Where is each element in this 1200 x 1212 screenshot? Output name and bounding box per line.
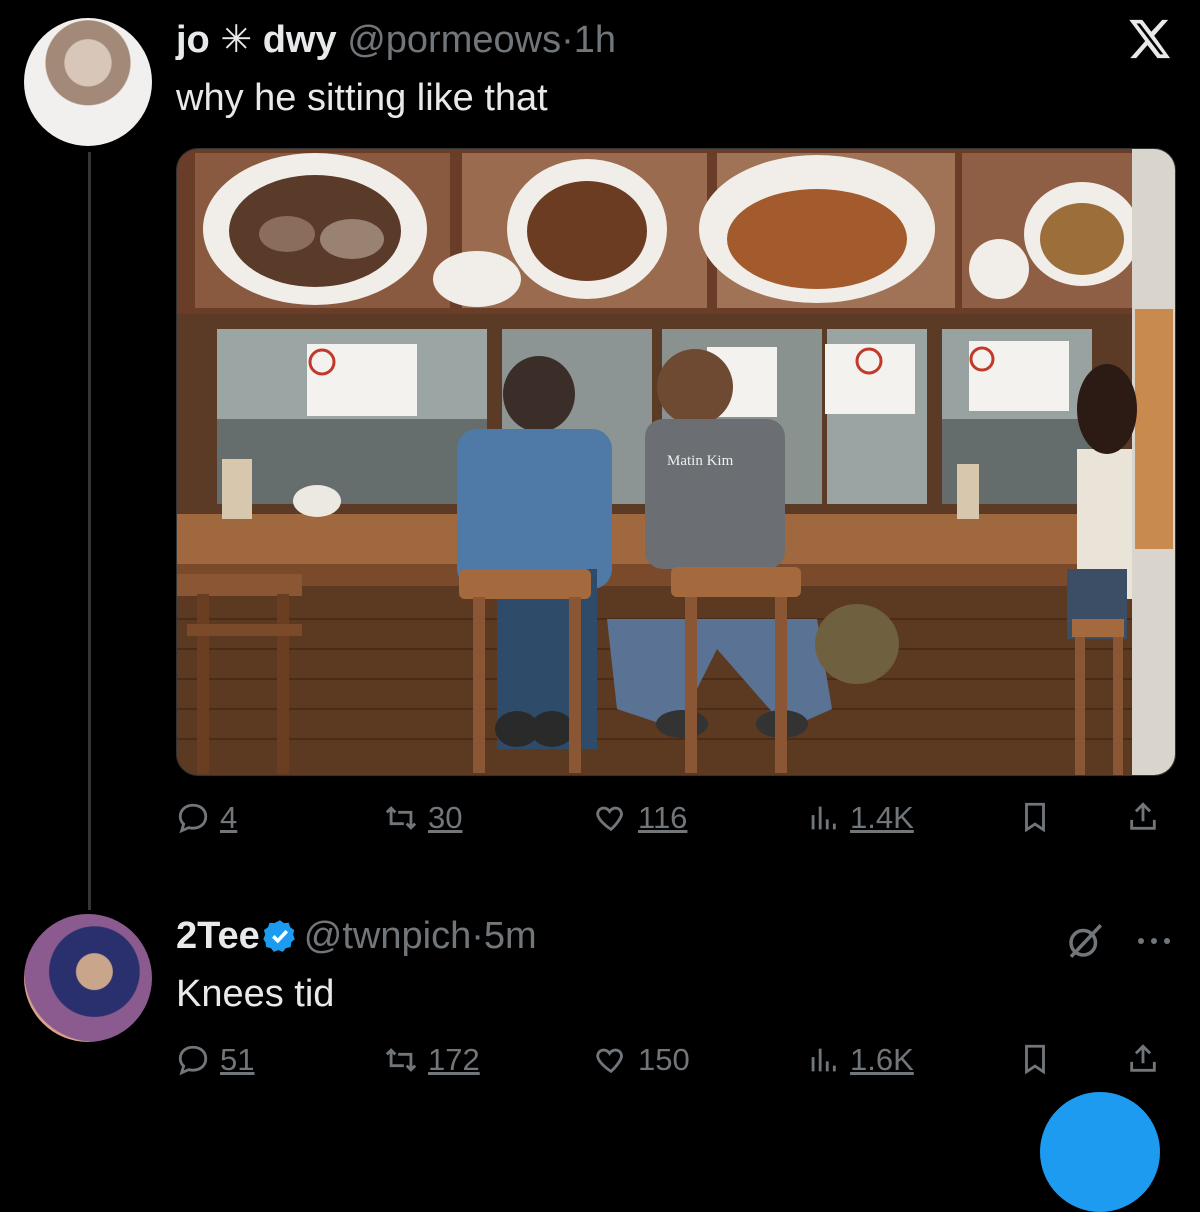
tweet2-reply-count: 51 <box>220 1042 255 1077</box>
tweet1-separator: · <box>561 19 574 61</box>
tweet1-repost-button[interactable]: 30 <box>384 800 462 836</box>
tweet1-text: why he sitting like that <box>176 77 548 119</box>
share-icon <box>1130 802 1156 830</box>
tweet2-bookmark-button[interactable] <box>1018 1042 1052 1076</box>
tweet2-like-count: 150 <box>638 1042 690 1077</box>
compose-fab-button[interactable] <box>1040 1092 1160 1212</box>
tweet1-media-image[interactable]: Matin Kim <box>176 148 1176 776</box>
reply-icon <box>178 1045 208 1076</box>
tweet1-views-count: 1.4K <box>850 800 914 835</box>
tweet1-share-button[interactable] <box>1126 800 1160 834</box>
bookmark-icon <box>1025 802 1045 833</box>
tweet1-like-button[interactable]: 116 <box>594 800 687 836</box>
repost-icon <box>385 806 417 830</box>
tweet2-top-icons <box>1064 920 1172 962</box>
grok-icon[interactable] <box>1064 920 1106 962</box>
more-icon[interactable] <box>1136 934 1172 948</box>
tweet2-handle[interactable]: @twnpich <box>304 915 471 957</box>
tweet1-views-button[interactable]: 1.4K <box>806 800 914 836</box>
tweet1-time[interactable]: 1h <box>574 19 616 61</box>
tweet1-handle[interactable]: @pormeows <box>347 19 561 61</box>
tweet2-time[interactable]: 5m <box>484 915 537 957</box>
views-icon <box>811 1048 836 1072</box>
tweet1-reply-count: 4 <box>220 800 238 835</box>
tweet2-actions: 51 172 150 1.6K <box>176 1042 1176 1092</box>
tweet1-bookmark-button[interactable] <box>1018 800 1052 834</box>
like-icon <box>596 806 623 832</box>
restaurant-scene: Matin Kim <box>177 149 1175 775</box>
tweet2-like-button[interactable]: 150 <box>594 1042 690 1078</box>
tweet2-display-name[interactable]: 2Tee <box>176 915 260 957</box>
share-icon <box>1130 1044 1156 1072</box>
tweet2-repost-count: 172 <box>428 1042 480 1077</box>
tweet1-repost-count: 30 <box>428 800 463 835</box>
tweet2-views-count: 1.6K <box>850 1042 914 1077</box>
avatar-pormeows[interactable] <box>24 18 152 146</box>
tweet2-reply-button[interactable]: 51 <box>176 1042 254 1078</box>
tweet1-actions: 4 30 116 1.4K <box>176 800 1176 850</box>
repost-icon <box>385 1048 417 1072</box>
views-icon <box>811 806 836 830</box>
thread-line <box>88 152 91 910</box>
tweet2-share-button[interactable] <box>1126 1042 1160 1076</box>
x-logo-icon[interactable] <box>1126 16 1172 62</box>
tweet2-separator: · <box>471 915 484 957</box>
tweet1-display-name[interactable]: jo ✳ dwy <box>176 19 337 61</box>
avatar-twnpich[interactable] <box>24 914 152 1042</box>
tweet2-text: Knees tid <box>176 973 335 1015</box>
tweet2-header: 2Tee @twnpich·5m <box>176 914 537 958</box>
tweet2-repost-button[interactable]: 172 <box>384 1042 480 1078</box>
tweet1-header: jo ✳ dwy @pormeows·1h <box>176 18 616 62</box>
tweet1-reply-button[interactable]: 4 <box>176 800 237 836</box>
reply-icon <box>178 803 208 834</box>
tweet1-like-count: 116 <box>638 800 688 835</box>
tweet2-views-button[interactable]: 1.6K <box>806 1042 914 1078</box>
shirt-text: Matin Kim <box>667 453 734 469</box>
bookmark-icon <box>1025 1044 1045 1075</box>
verified-badge-icon <box>263 920 295 952</box>
like-icon <box>596 1048 623 1074</box>
